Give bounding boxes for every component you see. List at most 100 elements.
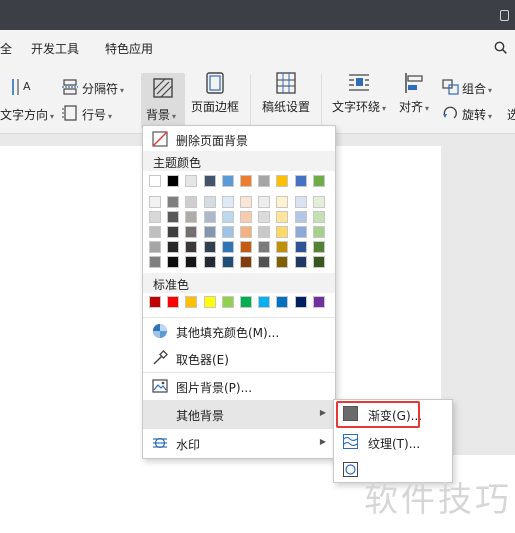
theme-shade-swatch[interactable] [240,196,252,208]
standard-color-swatch[interactable] [167,296,179,308]
search-icon[interactable] [494,41,507,54]
theme-shade-swatch[interactable] [295,196,307,208]
theme-color-swatch[interactable] [222,175,234,187]
align-button[interactable]: 对齐 ▾ [396,72,432,115]
standard-color-swatch[interactable] [295,296,307,308]
submenu-arrow-icon: ▶ [319,437,326,446]
theme-shade-swatch[interactable] [185,211,197,223]
theme-shade-swatch[interactable] [222,226,234,238]
theme-color-swatch[interactable] [313,175,325,187]
theme-shade-swatch[interactable] [240,256,252,268]
theme-color-swatch[interactable] [276,175,288,187]
theme-color-swatch[interactable] [240,175,252,187]
texture-item[interactable]: 纹理(T)... [334,428,452,456]
gradient-item[interactable]: 渐变(G)... [334,400,452,428]
menu-item-developer-tools[interactable]: 开发工具 [31,40,79,57]
menu-item-security[interactable]: 全 [0,40,12,57]
theme-shade-swatch[interactable] [204,241,216,253]
theme-shade-swatch[interactable] [258,226,270,238]
group-icon [442,79,459,95]
theme-color-swatch[interactable] [258,175,270,187]
theme-shade-swatch[interactable] [167,196,179,208]
theme-shade-swatch[interactable] [204,226,216,238]
theme-shade-swatch[interactable] [313,211,325,223]
theme-shade-swatch[interactable] [167,256,179,268]
theme-shade-swatch[interactable] [185,226,197,238]
theme-shade-swatch[interactable] [295,256,307,268]
theme-shade-swatch[interactable] [313,196,325,208]
text-direction-button[interactable]: 文字方向 ▾ [0,106,54,123]
color-picker-item[interactable]: 取色器(E) [143,345,335,372]
selection-pane-label: 选 [507,108,515,122]
theme-shade-swatch[interactable] [295,226,307,238]
theme-shade-swatch[interactable] [276,196,288,208]
theme-color-swatch[interactable] [167,175,179,187]
color-picker-label: 取色器(E) [176,353,229,367]
manuscript-settings-button[interactable]: 稿纸设置 [258,72,314,115]
standard-color-swatch[interactable] [240,296,252,308]
text-wrap-button[interactable]: 文字环绕 ▾ [329,72,389,115]
more-fill-colors-item[interactable]: 其他填充颜色(M)... [143,318,335,345]
theme-shade-swatch[interactable] [204,256,216,268]
theme-shade-swatch[interactable] [258,241,270,253]
theme-shade-swatch[interactable] [276,241,288,253]
theme-shade-swatch[interactable] [222,211,234,223]
theme-color-swatch[interactable] [295,175,307,187]
line-number-button[interactable]: 行号 ▾ [82,106,112,123]
standard-color-swatch[interactable] [149,296,161,308]
theme-shade-swatch[interactable] [185,196,197,208]
theme-shade-swatch[interactable] [240,241,252,253]
theme-shade-swatch[interactable] [240,226,252,238]
standard-color-swatch[interactable] [258,296,270,308]
theme-shade-swatch[interactable] [204,211,216,223]
theme-shade-swatch[interactable] [149,241,161,253]
theme-color-swatch[interactable] [185,175,197,187]
picture-background-item[interactable]: 图片背景(P)... [143,373,335,400]
theme-shade-swatch[interactable] [185,256,197,268]
theme-shade-swatch[interactable] [185,241,197,253]
theme-shade-swatch[interactable] [295,241,307,253]
theme-shade-swatch[interactable] [222,241,234,253]
theme-shade-swatch[interactable] [149,256,161,268]
standard-color-swatch[interactable] [204,296,216,308]
theme-shade-swatch[interactable] [204,196,216,208]
theme-shade-swatch[interactable] [222,256,234,268]
theme-shade-swatch[interactable] [258,256,270,268]
watermark-item[interactable]: 水印 ▶ [143,430,335,457]
background-icon [153,78,173,98]
standard-color-swatch[interactable] [222,296,234,308]
theme-shade-swatch[interactable] [276,226,288,238]
theme-color-swatch[interactable] [149,175,161,187]
theme-color-swatch[interactable] [204,175,216,187]
theme-shade-swatch[interactable] [149,196,161,208]
theme-shade-swatch[interactable] [313,256,325,268]
theme-shade-swatch[interactable] [276,211,288,223]
theme-shade-swatch[interactable] [149,226,161,238]
theme-shade-swatch[interactable] [258,196,270,208]
rotate-button[interactable]: 旋转 ▾ [462,106,492,123]
separator-button[interactable]: 分隔符 ▾ [82,80,124,97]
standard-color-swatch[interactable] [313,296,325,308]
theme-shade-swatch[interactable] [295,211,307,223]
theme-shade-swatch[interactable] [167,211,179,223]
standard-color-swatch[interactable] [276,296,288,308]
theme-shade-swatch[interactable] [276,256,288,268]
other-background-item[interactable]: 其他背景 ▶ [143,401,335,428]
theme-shade-swatch[interactable] [240,211,252,223]
background-button[interactable]: 背景 ▾ [141,73,185,129]
theme-shade-swatch[interactable] [149,211,161,223]
theme-shade-swatch[interactable] [167,226,179,238]
theme-shade-swatch[interactable] [167,241,179,253]
restore-window-icon[interactable] [500,10,509,21]
selection-pane-button[interactable]: 选 [507,106,515,123]
theme-shade-swatch[interactable] [313,241,325,253]
menu-item-special-apps[interactable]: 特色应用 [105,40,153,57]
standard-color-swatch[interactable] [185,296,197,308]
group-button[interactable]: 组合 ▾ [462,80,492,97]
remove-page-background-item[interactable]: 删除页面背景 [143,126,335,153]
page-border-button[interactable]: 页面边框 [189,72,241,115]
theme-shade-swatch[interactable] [313,226,325,238]
theme-shade-swatch[interactable] [222,196,234,208]
manuscript-grid-icon [276,72,296,94]
theme-shade-swatch[interactable] [258,211,270,223]
